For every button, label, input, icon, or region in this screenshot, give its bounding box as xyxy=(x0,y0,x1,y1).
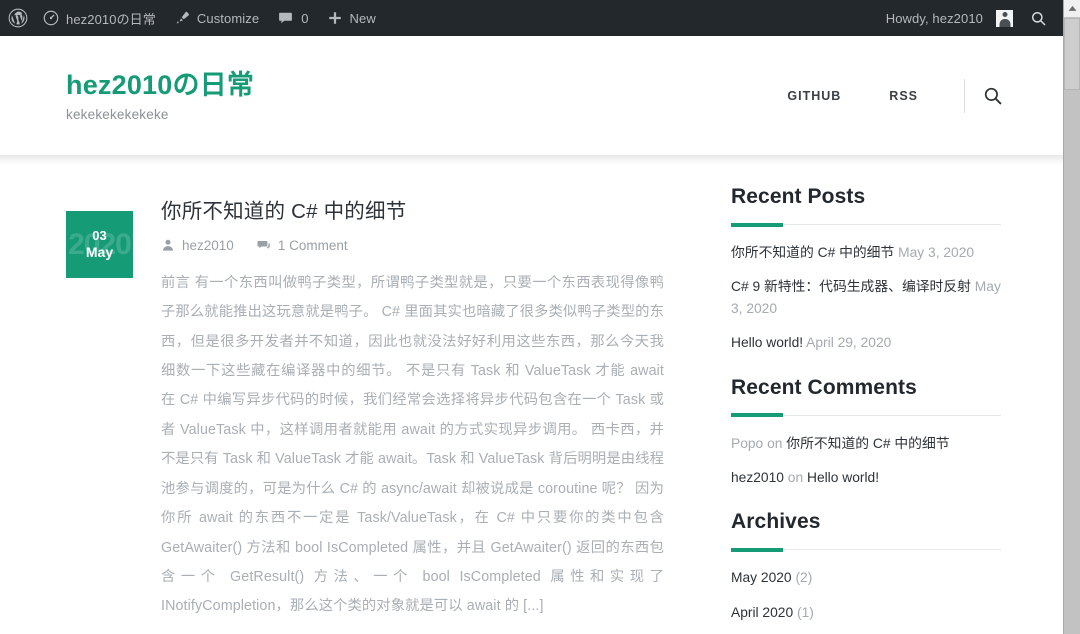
browser-viewport: hez2010の日常 Customize 0 New Howdy, hez201… xyxy=(0,0,1080,634)
scrollbar-thumb[interactable] xyxy=(1064,18,1080,90)
comment-target-link[interactable]: 你所不知道的 C# 中的细节 xyxy=(786,436,949,451)
admin-bar-comments[interactable]: 0 xyxy=(268,0,317,36)
recent-post-date: May 3, 2020 xyxy=(898,245,975,260)
widget-recent-posts: Recent Posts 你所不知道的 C# 中的细节 May 3, 2020 … xyxy=(731,185,1001,354)
search-icon xyxy=(1031,11,1046,25)
vertical-scrollbar[interactable] xyxy=(1063,0,1080,634)
comment-bubble-icon xyxy=(257,241,270,250)
paintbrush-icon xyxy=(176,11,189,24)
list-item: May 2020 (2) xyxy=(731,567,1001,588)
post-meta: hez2010 1 Comment xyxy=(161,238,664,253)
header-search-button[interactable] xyxy=(981,86,1005,106)
widget-title-recent-posts: Recent Posts xyxy=(731,185,866,208)
archive-link[interactable]: May 2020 xyxy=(731,570,792,585)
primary-navigation: GITHUB RSS xyxy=(763,78,1063,113)
site-header: hez2010の日常 kekekekekekeke GITHUB RSS xyxy=(0,36,1063,155)
admin-bar-search-button[interactable] xyxy=(1022,0,1057,36)
post-article: 2020 03 May 你所不知道的 C# 中的细节 hez2010 1 Com… xyxy=(66,185,690,634)
widget-archives: Archives May 2020 (2) April 2020 (1) xyxy=(731,510,1001,623)
nav-divider xyxy=(964,78,965,113)
admin-bar-new[interactable]: New xyxy=(318,0,385,36)
user-icon xyxy=(163,239,173,251)
post-comments-label: 1 Comment xyxy=(277,237,348,253)
wp-admin-bar: hez2010の日常 Customize 0 New Howdy, hez201… xyxy=(0,0,1063,36)
wordpress-logo-icon xyxy=(8,8,28,28)
post-comments[interactable]: 1 Comment xyxy=(256,238,348,253)
admin-bar-howdy-label: Howdy, hez2010 xyxy=(885,10,983,26)
post-date-month: May xyxy=(85,243,114,260)
search-icon xyxy=(984,87,1002,104)
comment-on-word: on xyxy=(767,435,783,451)
recent-post-link[interactable]: 你所不知道的 C# 中的细节 xyxy=(731,245,894,260)
wp-logo-menu[interactable] xyxy=(0,0,34,36)
post-date-badge: 2020 03 May xyxy=(66,211,133,278)
admin-bar-customize[interactable]: Customize xyxy=(165,0,268,36)
site-branding: hez2010の日常 kekekekekekeke xyxy=(0,69,254,122)
scrollbar-up-button[interactable] xyxy=(1064,0,1080,17)
archive-count: (2) xyxy=(795,570,813,586)
comment-author: Popo xyxy=(731,435,764,451)
site-title[interactable]: hez2010の日常 xyxy=(66,69,254,101)
admin-bar-my-account[interactable]: Howdy, hez2010 xyxy=(877,0,1022,36)
list-item: April 2020 (1) xyxy=(731,602,1001,623)
recent-post-link[interactable]: C# 9 新特性：代码生成器、编译时反射 xyxy=(731,279,971,294)
list-item: Popo on 你所不知道的 C# 中的细节 xyxy=(731,433,1001,454)
list-item: 你所不知道的 C# 中的细节 May 3, 2020 xyxy=(731,242,1001,263)
comment-bubble-icon xyxy=(279,12,293,24)
list-item: Hello world! April 29, 2020 xyxy=(731,332,1001,353)
admin-bar-site-name-label: hez2010の日常 xyxy=(66,11,156,27)
widget-title-recent-comments: Recent Comments xyxy=(731,375,917,399)
post-author-label: hez2010 xyxy=(182,237,234,253)
nav-item-github[interactable]: GITHUB xyxy=(763,89,865,103)
site-tagline: kekekekekekeke xyxy=(66,107,169,123)
admin-bar-site-name[interactable]: hez2010の日常 xyxy=(34,0,165,36)
comment-author: hez2010 xyxy=(731,469,784,485)
list-item: C# 9 新特性：代码生成器、编译时反射 May 3, 2020 xyxy=(731,276,1001,319)
widget-recent-comments: Recent Comments Popo on 你所不知道的 C# 中的细节 h… xyxy=(731,376,1001,489)
sidebar: Recent Posts 你所不知道的 C# 中的细节 May 3, 2020 … xyxy=(690,165,1063,634)
admin-bar-right-group: Howdy, hez2010 xyxy=(877,0,1063,36)
admin-bar-new-label: New xyxy=(349,10,376,26)
recent-post-link[interactable]: Hello world! xyxy=(731,335,803,350)
post-excerpt: 前言 有一个东西叫做鸭子类型，所谓鸭子类型就是，只要一个东西表现得像鸭子那么就能… xyxy=(161,274,664,615)
recent-post-date: April 29, 2020 xyxy=(806,335,892,351)
avatar xyxy=(996,9,1013,27)
list-item: hez2010 on Hello world! xyxy=(731,467,1001,488)
post-author[interactable]: hez2010 xyxy=(161,238,234,253)
archive-link[interactable]: April 2020 xyxy=(731,605,793,620)
archives-list: May 2020 (2) April 2020 (1) xyxy=(731,567,1001,623)
comment-on-word: on xyxy=(787,469,804,485)
widget-divider xyxy=(731,222,1001,227)
comment-target-link[interactable]: Hello world! xyxy=(807,470,879,485)
primary-column: 2020 03 May 你所不知道的 C# 中的细节 hez2010 1 Com… xyxy=(0,165,690,634)
widget-divider xyxy=(731,413,1001,417)
widget-divider xyxy=(731,547,1001,552)
recent-posts-list: 你所不知道的 C# 中的细节 May 3, 2020 C# 9 新特性：代码生成… xyxy=(731,242,1001,354)
plus-icon xyxy=(328,12,341,24)
dashboard-icon xyxy=(43,10,59,26)
recent-comments-list: Popo on 你所不知道的 C# 中的细节 hez2010 on Hello … xyxy=(731,433,1001,489)
post-date-day: 03 xyxy=(92,227,107,243)
admin-bar-comments-count: 0 xyxy=(301,10,309,26)
widget-title-archives: Archives xyxy=(731,510,821,534)
post-main: 你所不知道的 C# 中的细节 hez2010 1 Comment 前言 有一个东… xyxy=(133,185,664,634)
post-title[interactable]: 你所不知道的 C# 中的细节 xyxy=(161,199,664,226)
nav-item-rss[interactable]: RSS xyxy=(865,89,942,103)
admin-bar-left-group: hez2010の日常 Customize 0 New xyxy=(0,0,385,36)
chevron-up-icon xyxy=(1068,5,1076,11)
content-area: 2020 03 May 你所不知道的 C# 中的细节 hez2010 1 Com… xyxy=(0,165,1063,634)
header-shadow xyxy=(0,155,1063,165)
admin-bar-customize-label: Customize xyxy=(196,10,260,26)
archive-count: (1) xyxy=(796,604,814,620)
